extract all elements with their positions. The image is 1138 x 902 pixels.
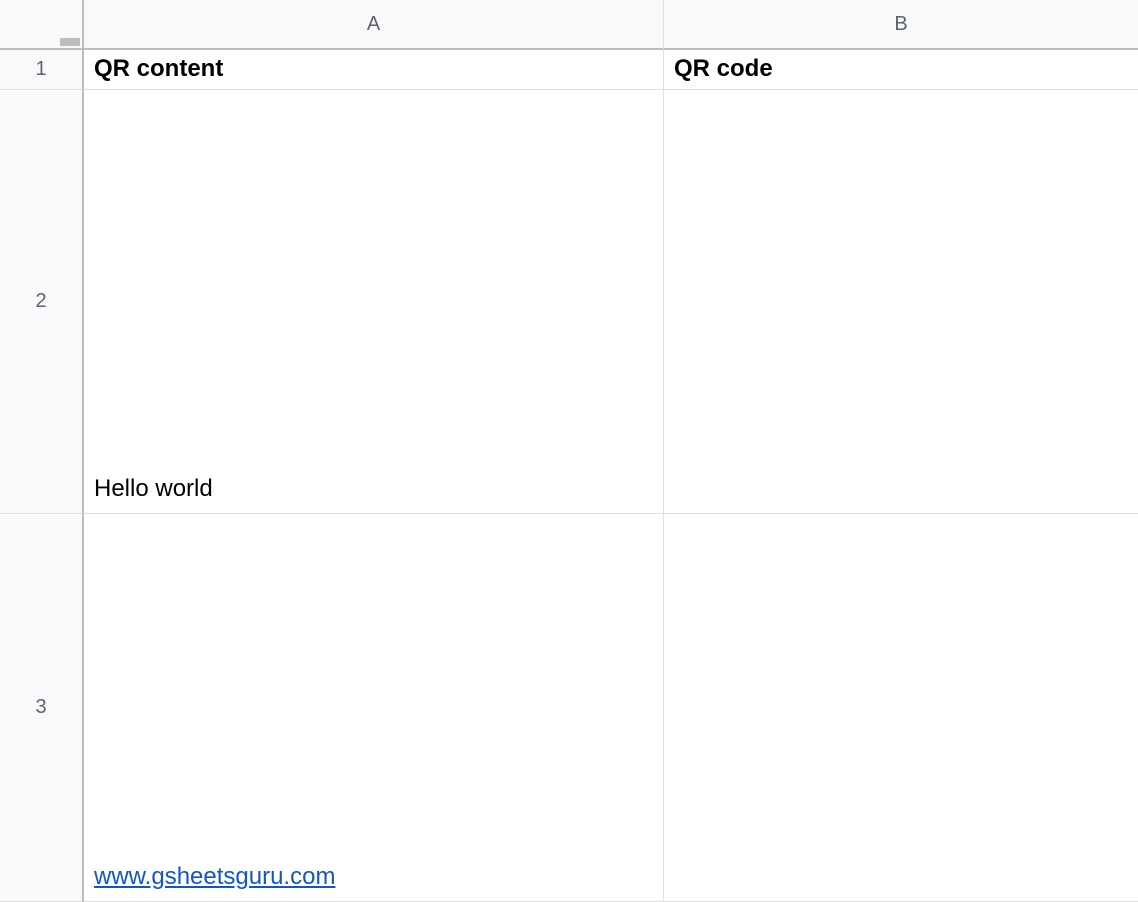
cell-text: QR code [674,55,773,83]
cell-A1[interactable]: QR content [84,50,664,90]
cell-text: Hello world [94,475,213,503]
column-header-B[interactable]: B [664,0,1138,50]
row-header-2[interactable]: 2 [0,90,84,514]
column-header-A[interactable]: A [84,0,664,50]
select-all-corner[interactable] [0,0,84,50]
cell-A2[interactable]: Hello world [84,90,664,514]
cell-text: QR content [94,55,223,83]
row-header-3[interactable]: 3 [0,514,84,902]
cell-B2[interactable] [664,90,1138,514]
cell-B3[interactable] [664,514,1138,902]
cell-A3[interactable]: www.gsheetsguru.com [84,514,664,902]
row-header-1[interactable]: 1 [0,50,84,90]
spreadsheet-grid: A B 1 QR content QR code 2 Hello world 3… [0,0,1138,902]
cell-B1[interactable]: QR code [664,50,1138,90]
cell-link[interactable]: www.gsheetsguru.com [94,863,335,891]
